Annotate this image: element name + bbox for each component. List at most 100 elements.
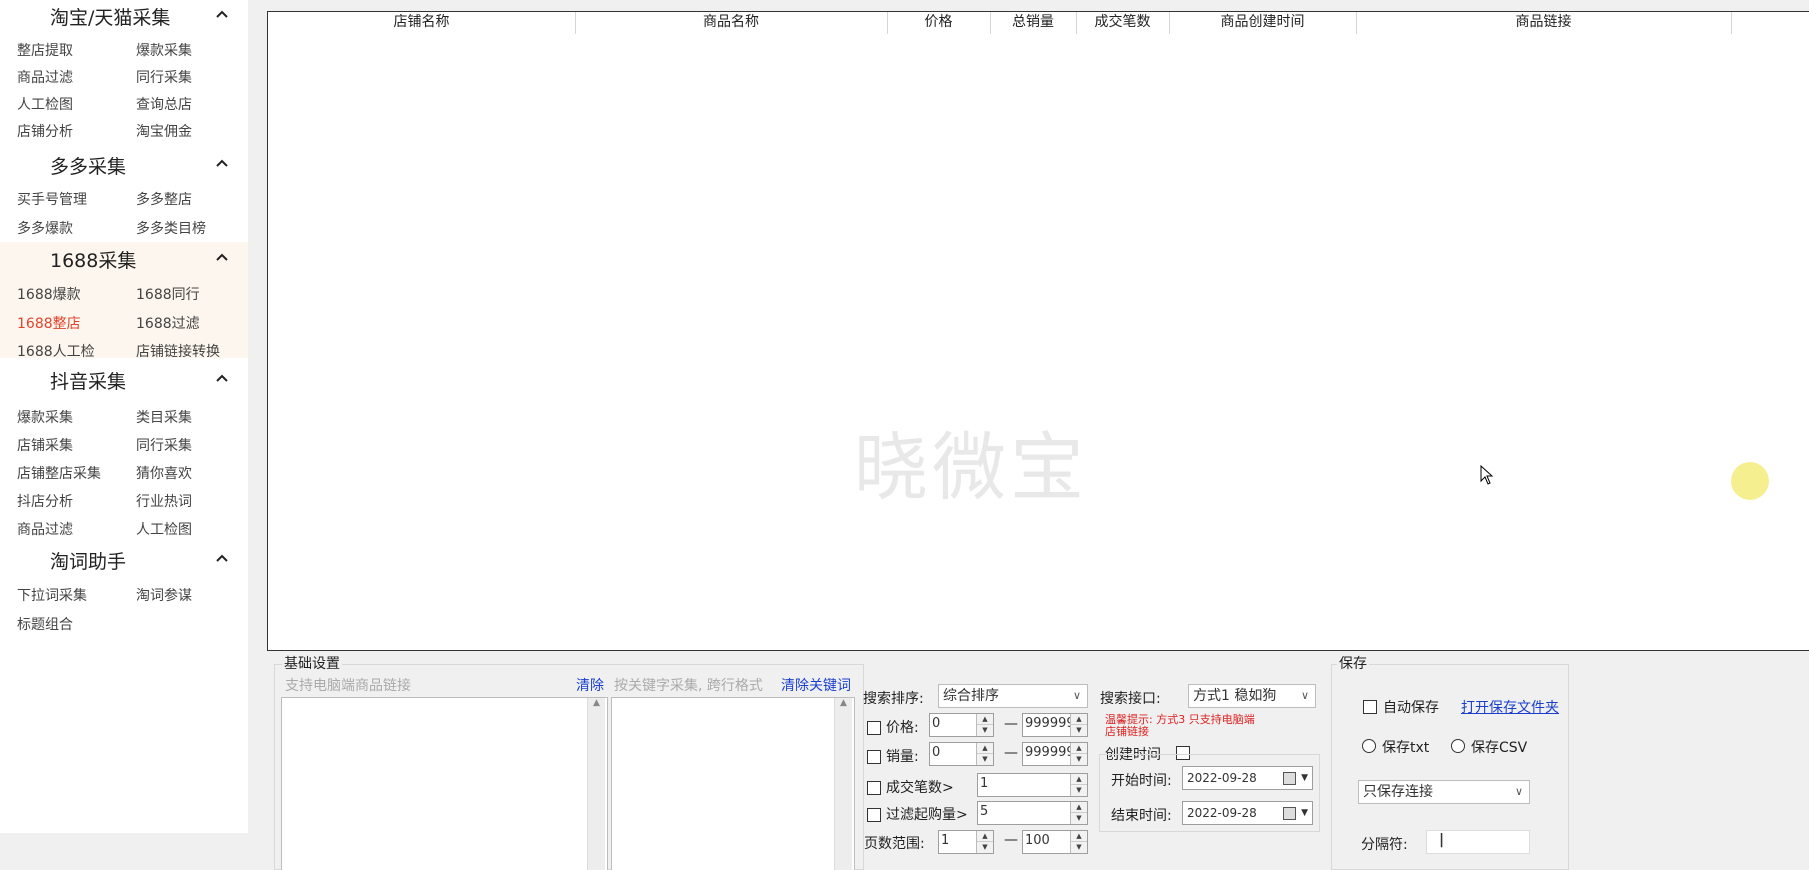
sales-max-value: 999999 — [1025, 745, 1075, 760]
keyword-textarea[interactable] — [611, 697, 855, 870]
separator-label: 分隔符: — [1361, 837, 1408, 853]
spin-down-icon: ▼ — [1076, 843, 1082, 851]
sidebar-item-douyin-analysis[interactable]: 抖店分析 — [17, 491, 73, 511]
sales-min-spinner[interactable]: 0 ▲ ▼ — [929, 742, 994, 766]
save-csv-radio[interactable] — [1451, 739, 1465, 753]
sidebar-item-1688-peer[interactable]: 1688同行 — [136, 284, 200, 304]
spinner-buttons[interactable]: ▲ ▼ — [1070, 714, 1087, 736]
deal-count-spinner[interactable]: 1 ▲ ▼ — [977, 773, 1088, 797]
sidebar-item-guess-you-like[interactable]: 猜你喜欢 — [136, 463, 192, 483]
sidebar-item-duoduo-shop[interactable]: 多多整店 — [136, 189, 192, 209]
column-header-product-name[interactable]: 商品名称 — [575, 12, 888, 34]
link-input-placeholder: 支持电脑端商品链接 — [285, 678, 411, 694]
sort-select[interactable]: 综合排序 ∨ — [938, 684, 1088, 708]
open-folder-link[interactable]: 打开保存文件夹 — [1461, 697, 1559, 717]
spinner-buttons[interactable]: ▲ ▼ — [976, 743, 993, 765]
end-time-label: 结束时间: — [1111, 808, 1172, 824]
sidebar-item-duoduo-hot[interactable]: 多多爆款 — [17, 218, 73, 238]
sidebar-item-hot-collect[interactable]: 爆款采集 — [136, 40, 192, 60]
column-header-created-time[interactable]: 商品创建时间 — [1169, 12, 1357, 34]
auto-save-checkbox[interactable] — [1363, 700, 1377, 714]
results-table[interactable]: 店铺名称 商品名称 价格 总销量 成交笔数 商品创建时间 商品链接 晓微宝 — [267, 11, 1809, 651]
clear-keywords-button[interactable]: 清除关键词 — [781, 675, 851, 695]
save-mode-select[interactable]: 只保存连接 ∨ — [1358, 780, 1530, 804]
end-date-picker[interactable]: 2022-09-28 ▼ — [1182, 801, 1313, 825]
section-title: 淘词助手 — [50, 551, 127, 573]
sidebar-item-1688-hot[interactable]: 1688爆款 — [17, 284, 81, 304]
price-max-spinner[interactable]: 999999 ▲ ▼ — [1022, 713, 1088, 737]
spinner-buttons[interactable]: ▲ ▼ — [1070, 831, 1087, 853]
spinner-buttons[interactable]: ▲ ▼ — [976, 714, 993, 736]
sidebar-item-1688-manual-check[interactable]: 1688人工检 — [17, 341, 95, 361]
sidebar-item-title-combine[interactable]: 标题组合 — [17, 614, 73, 634]
sidebar-item-douyin-peer[interactable]: 同行采集 — [136, 435, 192, 455]
page-range-label: 页数范围: — [864, 836, 925, 852]
price-min-spinner[interactable]: 0 ▲ ▼ — [929, 713, 994, 737]
sidebar-item-product-filter[interactable]: 商品过滤 — [17, 67, 73, 87]
clear-links-button[interactable]: 清除 — [576, 675, 604, 695]
section-taobao-header[interactable]: 淘宝/天猫采集 — [0, 0, 248, 32]
spinner-buttons[interactable]: ▲ ▼ — [1070, 774, 1087, 796]
deal-count-checkbox[interactable] — [867, 781, 881, 795]
section-douyin-header[interactable]: 抖音采集 — [0, 364, 248, 396]
chevron-up-icon[interactable] — [214, 6, 230, 22]
column-header-product-link[interactable]: 商品链接 — [1356, 12, 1732, 34]
sidebar-item-1688-shop[interactable]: 1688整店 — [17, 313, 81, 333]
moq-filter-checkbox[interactable] — [867, 808, 881, 822]
chevron-up-icon[interactable] — [214, 550, 230, 566]
sidebar-item-douyin-hot[interactable]: 爆款采集 — [17, 407, 73, 427]
sidebar-item-taobao-commission[interactable]: 淘宝佣金 — [136, 121, 192, 141]
spinner-buttons[interactable]: ▲ ▼ — [1070, 743, 1087, 765]
link-textarea[interactable] — [281, 697, 608, 870]
page-min-spinner[interactable]: 1 ▲ ▼ — [938, 830, 994, 854]
sidebar-item-douyin-category[interactable]: 类目采集 — [136, 407, 192, 427]
sidebar-item-douyin-full-shop[interactable]: 店铺整店采集 — [17, 463, 101, 483]
link-textarea-scrollbar[interactable]: ▲ — [587, 698, 605, 870]
section-keyword-helper-header[interactable]: 淘词助手 — [0, 544, 248, 576]
sidebar-item-buyer-account[interactable]: 买手号管理 — [17, 189, 87, 209]
chevron-up-icon[interactable] — [214, 249, 230, 265]
sidebar-item-keyword-advisor[interactable]: 淘词参谋 — [136, 585, 192, 605]
section-duoduo-header[interactable]: 多多采集 — [0, 149, 248, 181]
sidebar-item-douyin-shop[interactable]: 店铺采集 — [17, 435, 73, 455]
sidebar-item-industry-hot-words[interactable]: 行业热词 — [136, 491, 192, 511]
sales-max-spinner[interactable]: 999999 ▲ ▼ — [1022, 742, 1088, 766]
chevron-up-icon[interactable] — [214, 155, 230, 171]
sidebar-item-shop-analysis[interactable]: 店铺分析 — [17, 121, 73, 141]
sidebar-item-duoduo-category-rank[interactable]: 多多类目榜 — [136, 218, 206, 238]
scroll-up-icon[interactable]: ▲ — [588, 698, 605, 708]
page-max-spinner[interactable]: 100 ▲ ▼ — [1022, 830, 1088, 854]
sales-checkbox[interactable] — [867, 750, 881, 764]
cursor-highlight — [1731, 462, 1769, 500]
sidebar-item-peer-collect[interactable]: 同行采集 — [136, 67, 192, 87]
chevron-down-icon: ∨ — [1514, 785, 1523, 798]
sidebar-item-1688-filter[interactable]: 1688过滤 — [136, 313, 200, 333]
spinner-buttons[interactable]: ▲ ▼ — [976, 831, 993, 853]
sidebar-item-dropdown-words[interactable]: 下拉词采集 — [17, 585, 87, 605]
sidebar-item-query-store[interactable]: 查询总店 — [136, 94, 192, 114]
sidebar-item-manual-check[interactable]: 人工检图 — [17, 94, 73, 114]
column-header-shop-name[interactable]: 店铺名称 — [268, 12, 576, 34]
price-checkbox[interactable] — [867, 721, 881, 735]
column-header-total-sales[interactable]: 总销量 — [990, 12, 1077, 34]
save-txt-radio[interactable] — [1362, 739, 1376, 753]
chevron-up-icon[interactable] — [214, 370, 230, 386]
section-title: 多多采集 — [50, 156, 127, 178]
sidebar-item-shop-link-convert[interactable]: 店铺链接转换 — [136, 341, 220, 361]
separator-input[interactable]: | — [1426, 830, 1530, 854]
scroll-up-icon[interactable]: ▲ — [835, 698, 852, 708]
sidebar-item-douyin-product-filter[interactable]: 商品过滤 — [17, 519, 73, 539]
deal-count-value: 1 — [980, 776, 989, 791]
spinner-buttons[interactable]: ▲ ▼ — [1070, 802, 1087, 824]
section-1688-header[interactable]: 1688采集 — [0, 243, 248, 275]
keyword-textarea-scrollbar[interactable]: ▲ — [834, 698, 852, 870]
column-header-deal-count[interactable]: 成交笔数 — [1076, 12, 1170, 34]
save-title: 保存 — [1337, 653, 1369, 673]
column-header-price[interactable]: 价格 — [887, 12, 991, 34]
sidebar-item-shop-extract[interactable]: 整店提取 — [17, 40, 73, 60]
moq-filter-spinner[interactable]: 5 ▲ ▼ — [977, 801, 1088, 825]
spin-down-icon: ▼ — [1076, 786, 1082, 794]
sidebar-item-douyin-manual-check[interactable]: 人工检图 — [136, 519, 192, 539]
start-date-picker[interactable]: 2022-09-28 ▼ — [1182, 766, 1313, 790]
api-select[interactable]: 方式1 稳如狗 ∨ — [1188, 684, 1316, 708]
